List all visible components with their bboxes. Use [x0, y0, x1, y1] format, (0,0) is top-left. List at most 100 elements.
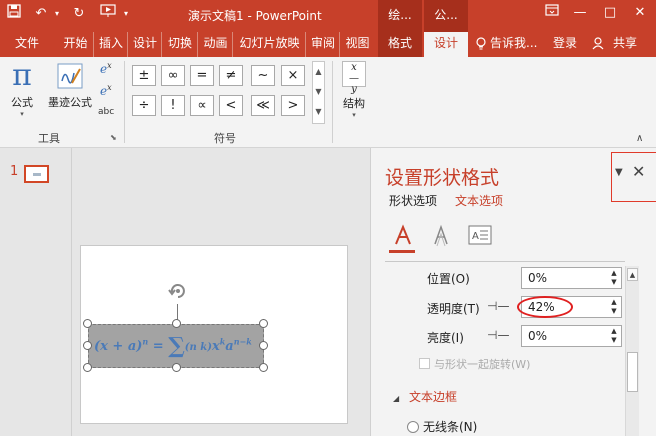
gallery-more-icon[interactable]: ▼	[313, 102, 324, 122]
spinner-down-icon[interactable]: ▼	[609, 307, 619, 316]
spinner-up-icon[interactable]: ▲	[609, 269, 619, 278]
spinner-up-icon[interactable]: ▲	[609, 298, 619, 307]
equation-button[interactable]: π 公式 ▾	[6, 61, 38, 119]
symbol-equals[interactable]: =	[190, 65, 214, 86]
tell-me-search[interactable]: 告诉我...	[490, 32, 542, 57]
drawing-tools-context-tab[interactable]: 绘...	[378, 0, 422, 32]
powerpoint-window: ↶ ▾ ↻ ▾ 演示文稿1 - PowerPoint 绘... 公... — □…	[0, 0, 656, 436]
tab-review[interactable]: 审阅	[307, 32, 340, 57]
ink-equation-button[interactable]: 墨迹公式	[44, 61, 96, 110]
resize-handle-n[interactable]	[172, 319, 181, 328]
tab-file[interactable]: 文件	[8, 32, 46, 57]
symbol-proportional[interactable]: ∝	[190, 95, 214, 116]
transparency-label: 透明度(T)	[427, 302, 480, 316]
linear-format-icon[interactable]: ex	[100, 83, 116, 101]
pane-options-dropdown-icon[interactable]: ▼	[615, 167, 623, 178]
tab-view[interactable]: 视图	[341, 32, 374, 57]
symbol-tilde[interactable]: ~	[251, 65, 275, 86]
eq-equals: =	[148, 339, 169, 354]
binomial-equation[interactable]: (x + a)n = ∑(n k)xkan−k	[94, 333, 252, 359]
tab-shape-options[interactable]: 形状选项	[389, 192, 437, 209]
scroll-thumb[interactable]	[627, 352, 638, 392]
rotate-handle-icon[interactable]	[167, 280, 189, 302]
normal-text-icon[interactable]: abc	[98, 107, 118, 117]
tools-dialog-launcher-icon[interactable]: ⬊	[110, 133, 117, 142]
resize-handle-se[interactable]	[259, 363, 268, 372]
tab-design[interactable]: 设计	[129, 32, 162, 57]
redo-icon[interactable]: ↻	[70, 4, 88, 24]
brightness-label: 亮度(I)	[427, 331, 464, 345]
brightness-slider-icon[interactable]: ⊣—	[487, 328, 509, 342]
symbol-not-equal[interactable]: ≠	[219, 65, 243, 86]
spinner-down-icon[interactable]: ▼	[609, 278, 619, 287]
resize-handle-nw[interactable]	[83, 319, 92, 328]
save-icon[interactable]	[6, 4, 22, 25]
pane-close-icon[interactable]: ✕	[632, 162, 645, 181]
resize-handle-w[interactable]	[83, 341, 92, 350]
minimize-button[interactable]: —	[566, 2, 594, 24]
text-effects-icon[interactable]	[429, 224, 453, 248]
text-border-label: 文本边框	[408, 390, 457, 404]
tab-text-options[interactable]: 文本选项	[455, 192, 503, 209]
brightness-spinner[interactable]: 0% ▲ ▼	[521, 325, 622, 347]
checkbox-icon[interactable]	[419, 358, 430, 369]
symbol-divide[interactable]: ÷	[132, 95, 156, 116]
tab-insert[interactable]: 插入	[95, 32, 128, 57]
radio-icon[interactable]	[407, 421, 419, 433]
no-line-radio[interactable]: 无线条(N)	[407, 418, 477, 435]
slide-thumbnail[interactable]	[24, 165, 49, 183]
gallery-down-icon[interactable]: ▼	[313, 82, 324, 102]
eq-exp-nk: n−k	[233, 336, 252, 347]
scroll-up-icon[interactable]: ▲	[627, 268, 638, 281]
tab-transitions[interactable]: 切换	[163, 32, 198, 57]
close-window-button[interactable]: ✕	[626, 2, 654, 24]
group-separator	[332, 61, 333, 143]
transparency-slider-icon[interactable]: ⊣—	[487, 299, 509, 313]
undo-dropdown-icon[interactable]: ▾	[52, 4, 62, 24]
tab-format[interactable]: 格式	[378, 32, 422, 57]
brightness-value: 0%	[528, 329, 548, 343]
professional-format-icon[interactable]: ex	[100, 61, 116, 79]
rotate-with-shape-checkbox[interactable]: 与形状一起旋转(W)	[419, 356, 530, 372]
tab-animations[interactable]: 动画	[199, 32, 233, 57]
pane-divider	[385, 261, 625, 262]
resize-handle-s[interactable]	[172, 363, 181, 372]
gallery-up-icon[interactable]: ▲	[313, 62, 324, 82]
share-button[interactable]: 共享	[608, 32, 642, 57]
text-fill-outline-icon[interactable]	[391, 224, 415, 248]
symbol-factorial[interactable]: !	[161, 95, 185, 116]
share-person-icon[interactable]	[590, 32, 606, 57]
format-shape-pane: 设置形状格式 ▼ ✕ 形状选项 文本选项 A 位置(O) 0% ▲ ▼ 透明度(…	[370, 148, 656, 436]
customize-toolbar-icon[interactable]: ▾	[120, 4, 132, 24]
symbol-infinity[interactable]: ∞	[161, 65, 185, 86]
slide-canvas[interactable]: (x + a)n = ∑(n k)xkan−k	[80, 245, 348, 424]
resize-handle-e[interactable]	[259, 341, 268, 350]
slide-editing-area: (x + a)n = ∑(n k)xkan−k	[72, 148, 370, 436]
maximize-button[interactable]: □	[596, 2, 624, 24]
position-spinner[interactable]: 0% ▲ ▼	[521, 267, 622, 289]
text-border-section[interactable]: ◢ 文本边框	[393, 388, 457, 405]
tab-home[interactable]: 开始	[58, 32, 94, 57]
tab-slideshow[interactable]: 幻灯片放映	[234, 32, 306, 57]
symbol-much-less-than[interactable]: ≪	[251, 95, 275, 116]
sign-in-link[interactable]: 登录	[548, 32, 582, 57]
spinner-up-icon[interactable]: ▲	[609, 327, 619, 336]
tab-equation-design[interactable]: 设计	[424, 32, 468, 57]
equation-tools-context-tab[interactable]: 公...	[424, 0, 468, 32]
symbols-gallery-scroll[interactable]: ▲ ▼ ▼	[312, 61, 325, 124]
symbol-greater-than[interactable]: >	[281, 95, 305, 116]
present-from-beginning-icon[interactable]	[98, 4, 118, 25]
symbol-times[interactable]: ×	[281, 65, 305, 86]
undo-icon[interactable]: ↶	[32, 4, 50, 24]
collapse-ribbon-icon[interactable]: ∧	[636, 133, 643, 144]
text-box-icon[interactable]: A	[467, 224, 493, 248]
pane-scrollbar[interactable]: ▲	[625, 266, 639, 436]
structures-button[interactable]: x — y 结构 ▾	[338, 61, 370, 119]
spinner-down-icon[interactable]: ▼	[609, 336, 619, 345]
resize-handle-sw[interactable]	[83, 363, 92, 372]
symbol-less-than[interactable]: <	[219, 95, 243, 116]
symbol-plus-minus[interactable]: ±	[132, 65, 156, 86]
resize-handle-ne[interactable]	[259, 319, 268, 328]
position-value: 0%	[528, 271, 548, 285]
ribbon-display-options-icon[interactable]	[538, 2, 566, 24]
